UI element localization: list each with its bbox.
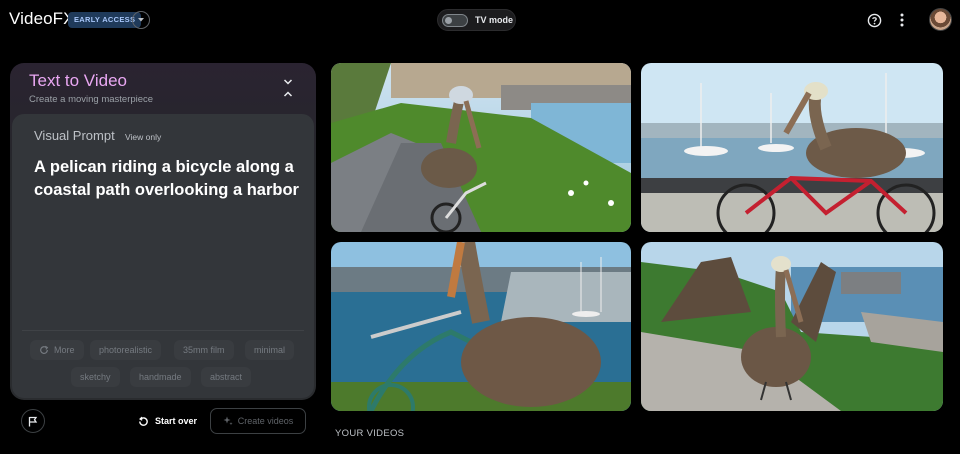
early-access-badge: EARLY ACCESS	[68, 12, 142, 28]
create-videos-label: Create videos	[237, 416, 294, 426]
more-vert-icon	[900, 13, 904, 27]
video-image	[331, 63, 631, 232]
text-to-video-panel: Text to Video Create a moving masterpiec…	[10, 63, 316, 400]
collapse-icon	[283, 79, 293, 97]
app-menu-button[interactable]	[132, 11, 150, 29]
app-title[interactable]: VideoFX	[9, 9, 75, 29]
chip-minimal[interactable]: minimal	[245, 340, 295, 360]
video-thumbnail-4[interactable]	[641, 242, 943, 411]
video-image	[331, 242, 631, 411]
prompt-mode-label: View only	[125, 132, 162, 142]
sparkle-icon	[223, 416, 233, 426]
chip-photorealistic[interactable]: photorealistic	[90, 340, 162, 360]
refresh-icon	[40, 345, 49, 354]
panel-subtitle: Create a moving masterpiece	[29, 94, 154, 105]
create-videos-button[interactable]: Create videos	[210, 408, 306, 434]
help-button[interactable]	[865, 11, 883, 29]
flag-icon	[28, 416, 38, 426]
divider	[22, 330, 304, 331]
video-image	[641, 242, 943, 411]
prompt-text: A pelican riding a bicycle along a coast…	[34, 158, 299, 199]
collapse-button[interactable]	[281, 77, 295, 99]
help-icon	[867, 13, 881, 27]
prompt-label: Visual Prompt	[34, 128, 115, 143]
more-chip-label: More	[54, 345, 75, 355]
video-image	[641, 63, 943, 232]
tv-mode-toggle[interactable]: TV mode	[437, 9, 516, 31]
refresh-icon	[139, 416, 148, 426]
chip-handmade[interactable]: handmade	[130, 367, 191, 387]
chip-sketchy[interactable]: sketchy	[71, 367, 120, 387]
top-bar: VideoFX EARLY ACCESS TV mode	[0, 0, 960, 40]
chip-abstract[interactable]: abstract	[201, 367, 252, 387]
prompt-card: Visual Prompt View only A pelican riding…	[12, 114, 314, 398]
your-videos-label: YOUR VIDEOS	[335, 428, 405, 439]
more-options-button[interactable]	[893, 11, 911, 29]
more-chip[interactable]: More	[30, 340, 84, 360]
start-over-label: Start over	[155, 416, 198, 426]
report-button[interactable]	[21, 409, 45, 433]
avatar[interactable]	[929, 8, 952, 31]
panel-title: Text to Video	[29, 71, 127, 90]
video-thumbnail-3[interactable]	[331, 242, 631, 411]
tv-mode-label: TV mode	[475, 15, 514, 25]
video-thumbnail-1[interactable]	[331, 63, 631, 232]
start-over-button[interactable]: Start over	[130, 409, 205, 433]
chip-35mm-film[interactable]: 35mm film	[174, 340, 234, 360]
chevron-down-icon	[138, 18, 144, 22]
video-thumbnail-2[interactable]	[641, 63, 943, 232]
tv-mode-switch[interactable]	[442, 13, 468, 27]
